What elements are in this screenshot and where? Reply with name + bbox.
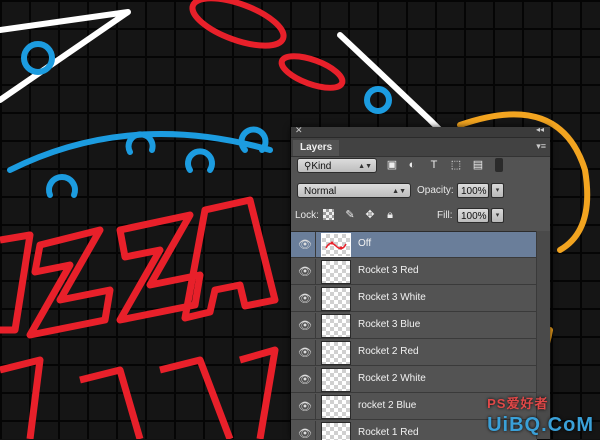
lock-label: Lock: — [295, 210, 319, 221]
smart-object-filter-icon[interactable]: ▤ — [471, 158, 485, 172]
tab-layers[interactable]: Layers — [293, 140, 340, 156]
fill-dropdown-button[interactable]: ▾ — [491, 208, 504, 223]
eye-visibility-icon[interactable]: 👁︎ — [298, 266, 312, 278]
blend-mode-value: Normal — [304, 186, 337, 197]
panel-header-bar: ✕ ◂◂ — [291, 125, 550, 138]
layer-row[interactable]: 👁︎ Rocket 3 Red — [291, 259, 537, 285]
layer-thumbnail-art — [325, 241, 347, 250]
layer-name: Rocket 3 Blue — [358, 319, 421, 330]
chevron-updown-icon: ▲▼ — [392, 188, 406, 195]
layer-row[interactable]: 👁︎ Rocket 2 White — [291, 367, 537, 393]
fill-label: Fill: — [437, 210, 453, 221]
type-filter-icon[interactable]: T — [427, 158, 441, 172]
adjustment-filter-icon[interactable]: ◐ — [405, 158, 419, 172]
opacity-input[interactable]: 100% — [457, 183, 489, 198]
fill-input[interactable]: 100% — [457, 208, 489, 223]
layer-thumbnail — [321, 314, 351, 338]
eye-visibility-icon[interactable]: 👁︎ — [298, 320, 312, 332]
eye-visibility-icon[interactable]: 👁︎ — [298, 401, 312, 413]
divider — [315, 421, 316, 440]
blend-mode-select[interactable]: Normal ▲▼ — [297, 183, 411, 198]
opacity-value: 100% — [461, 186, 487, 197]
watermark-accent: PS爱好者 — [487, 396, 549, 411]
neon-red-ovals — [189, 0, 346, 91]
blend-row: Normal ▲▼ Opacity: 100% ▾ — [291, 183, 550, 199]
eye-visibility-icon[interactable]: 👁︎ — [298, 374, 312, 386]
filter-kind-select[interactable]: ⚲Kind ▲▼ — [297, 158, 377, 173]
eye-visibility-icon[interactable]: 👁︎ — [298, 239, 312, 251]
divider — [315, 340, 316, 366]
divider — [315, 394, 316, 420]
chevron-updown-icon: ▲▼ — [358, 163, 372, 170]
filter-kind-text: Kind — [311, 161, 332, 172]
lock-paint-brush-icon[interactable]: ✎ — [343, 208, 357, 222]
pixel-filter-icon[interactable]: ▣ — [385, 158, 399, 172]
filter-row: ⚲Kind ▲▼ ▣ ◐ T ⬚ ▤ — [291, 158, 550, 174]
lock-row: Lock: ✎ ✥ 🔒︎ Fill: 100% ▾ — [291, 208, 550, 224]
neon-red-pizza-lettering — [0, 196, 279, 439]
site-watermark: PS爱好者 UiBQ.CoM — [487, 391, 594, 437]
panel-menu-icon[interactable]: ▾≡ — [536, 141, 546, 152]
layer-name: Rocket 2 Red — [358, 346, 419, 357]
layer-thumbnail — [321, 341, 351, 365]
divider — [315, 259, 316, 285]
panel-tab-bar: Layers ▾≡ — [291, 138, 550, 157]
lock-transparent-icon[interactable] — [323, 209, 334, 220]
layer-name: Rocket 2 White — [358, 373, 426, 384]
layer-row[interactable]: 👁︎ Rocket 3 Blue — [291, 313, 537, 339]
layer-thumbnail — [321, 395, 351, 419]
eye-visibility-icon[interactable]: 👁︎ — [298, 428, 312, 440]
opacity-dropdown-button[interactable]: ▾ — [491, 183, 504, 198]
layer-thumbnail — [321, 368, 351, 392]
layer-name: Rocket 3 White — [358, 292, 426, 303]
eye-visibility-icon[interactable]: 👁︎ — [298, 293, 312, 305]
lock-position-move-icon[interactable]: ✥ — [363, 208, 377, 222]
shape-filter-icon[interactable]: ⬚ — [449, 158, 463, 172]
close-icon[interactable]: ✕ — [295, 125, 303, 136]
layer-name: Rocket 3 Red — [358, 265, 419, 276]
filter-toggle-switch[interactable] — [495, 158, 503, 172]
layer-row[interactable]: 👁︎ Rocket 3 White — [291, 286, 537, 312]
eye-visibility-icon[interactable]: 👁︎ — [298, 347, 312, 359]
divider — [315, 313, 316, 339]
layer-thumbnail — [321, 260, 351, 284]
layer-name: Off — [358, 238, 372, 249]
fill-value: 100% — [461, 211, 487, 222]
layer-thumbnail — [321, 422, 351, 440]
layer-row[interactable]: 👁︎ Rocket 2 Red — [291, 340, 537, 366]
filter-kind-label: ⚲Kind — [304, 159, 331, 174]
divider — [315, 286, 316, 312]
layer-name: rocket 2 Blue — [358, 400, 417, 411]
layer-thumbnail — [321, 233, 351, 257]
lock-all-padlock-icon[interactable]: 🔒︎ — [383, 208, 397, 222]
layer-name: Rocket 1 Red — [358, 427, 419, 438]
divider — [315, 367, 316, 393]
divider — [315, 232, 316, 258]
layer-thumbnail — [321, 287, 351, 311]
collapse-icon[interactable]: ◂◂ — [536, 125, 544, 134]
opacity-label: Opacity: — [417, 185, 454, 196]
watermark-brand: UiBQ.CoM — [487, 414, 594, 436]
layer-row[interactable]: 👁︎ Off — [291, 232, 537, 258]
